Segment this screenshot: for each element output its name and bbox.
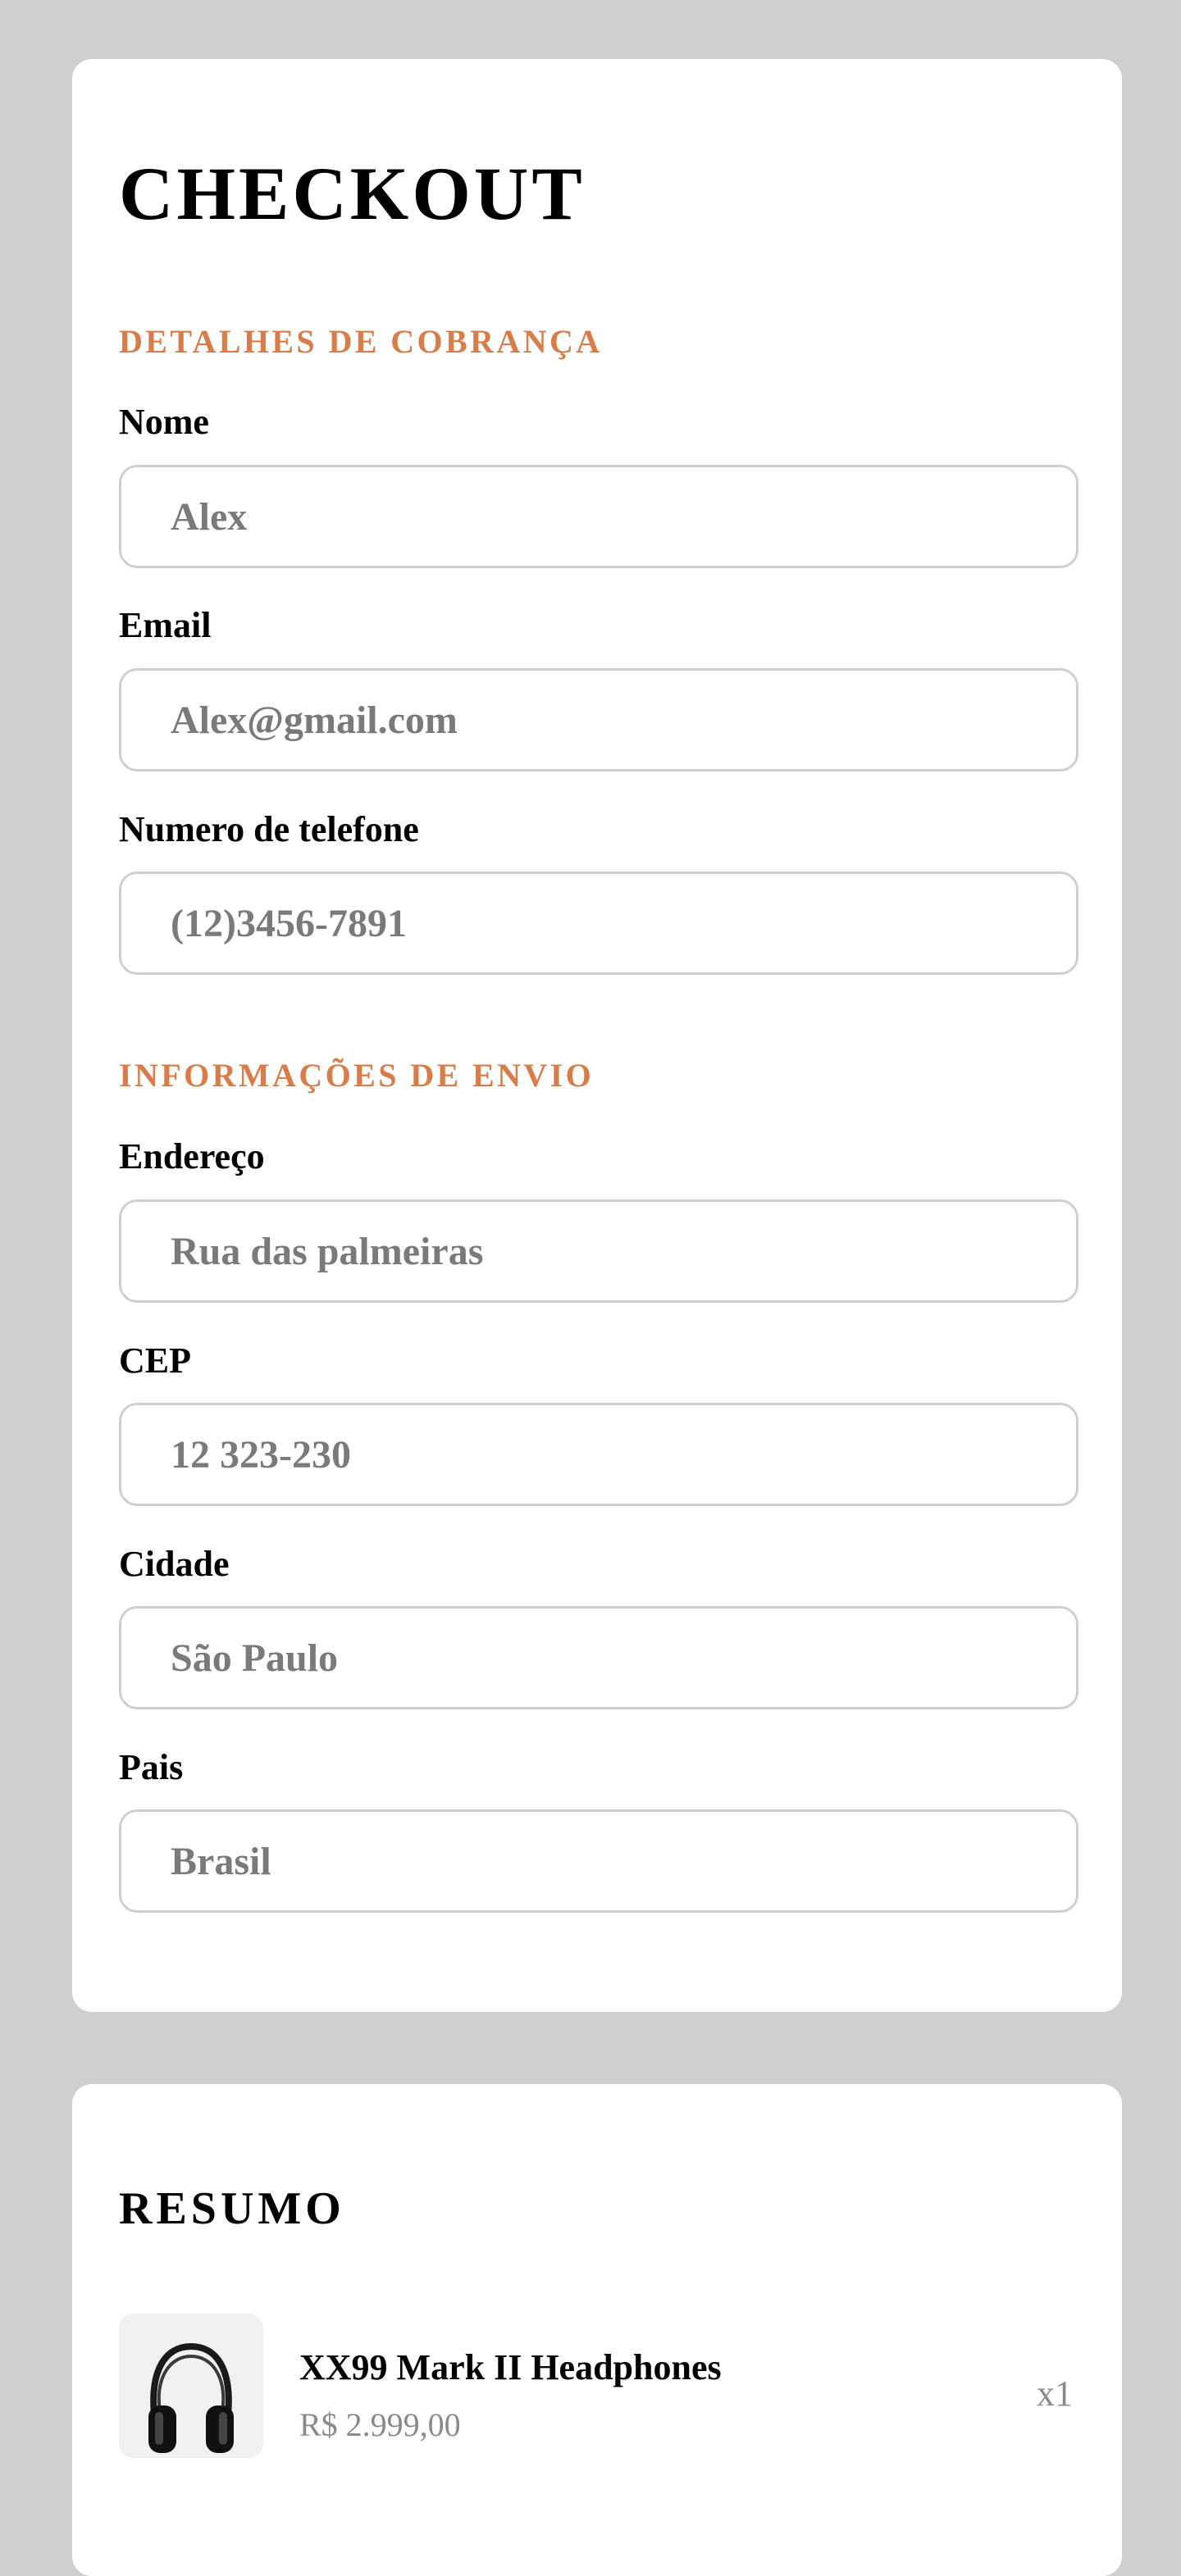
product-name: XX99 Mark II Headphones xyxy=(299,2347,722,2387)
email-label: Email xyxy=(119,605,212,645)
name-label: Nome xyxy=(119,402,209,442)
name-input[interactable] xyxy=(119,465,1078,568)
page-title: CHECKOUT xyxy=(119,152,586,235)
country-label: Pais xyxy=(119,1747,184,1787)
zip-input[interactable] xyxy=(119,1403,1078,1506)
checkout-card: CHECKOUT DETALHES DE COBRANÇA Nome Email… xyxy=(72,59,1122,2012)
product-price: R$ 2.999,00 xyxy=(299,2406,461,2443)
city-input[interactable] xyxy=(119,1606,1078,1709)
billing-section-heading: DETALHES DE COBRANÇA xyxy=(119,323,603,360)
summary-card: RESUMO XX99 Mark II Headphones R$ 2.999,… xyxy=(72,2084,1122,2576)
zip-label: CEP xyxy=(119,1340,191,1381)
product-thumbnail xyxy=(119,2314,263,2458)
phone-label: Numero de telefone xyxy=(119,809,419,849)
headphones-icon xyxy=(148,2342,234,2453)
country-input[interactable] xyxy=(119,1809,1078,1913)
shipping-section-heading: INFORMAÇÕES DE ENVIO xyxy=(119,1057,595,1094)
city-label: Cidade xyxy=(119,1544,230,1584)
summary-title: RESUMO xyxy=(119,2183,345,2234)
product-quantity: x1 xyxy=(1037,2373,1073,2414)
phone-input[interactable] xyxy=(119,872,1078,975)
address-label: Endereço xyxy=(119,1136,265,1176)
email-input[interactable] xyxy=(119,668,1078,771)
address-input[interactable] xyxy=(119,1199,1078,1303)
